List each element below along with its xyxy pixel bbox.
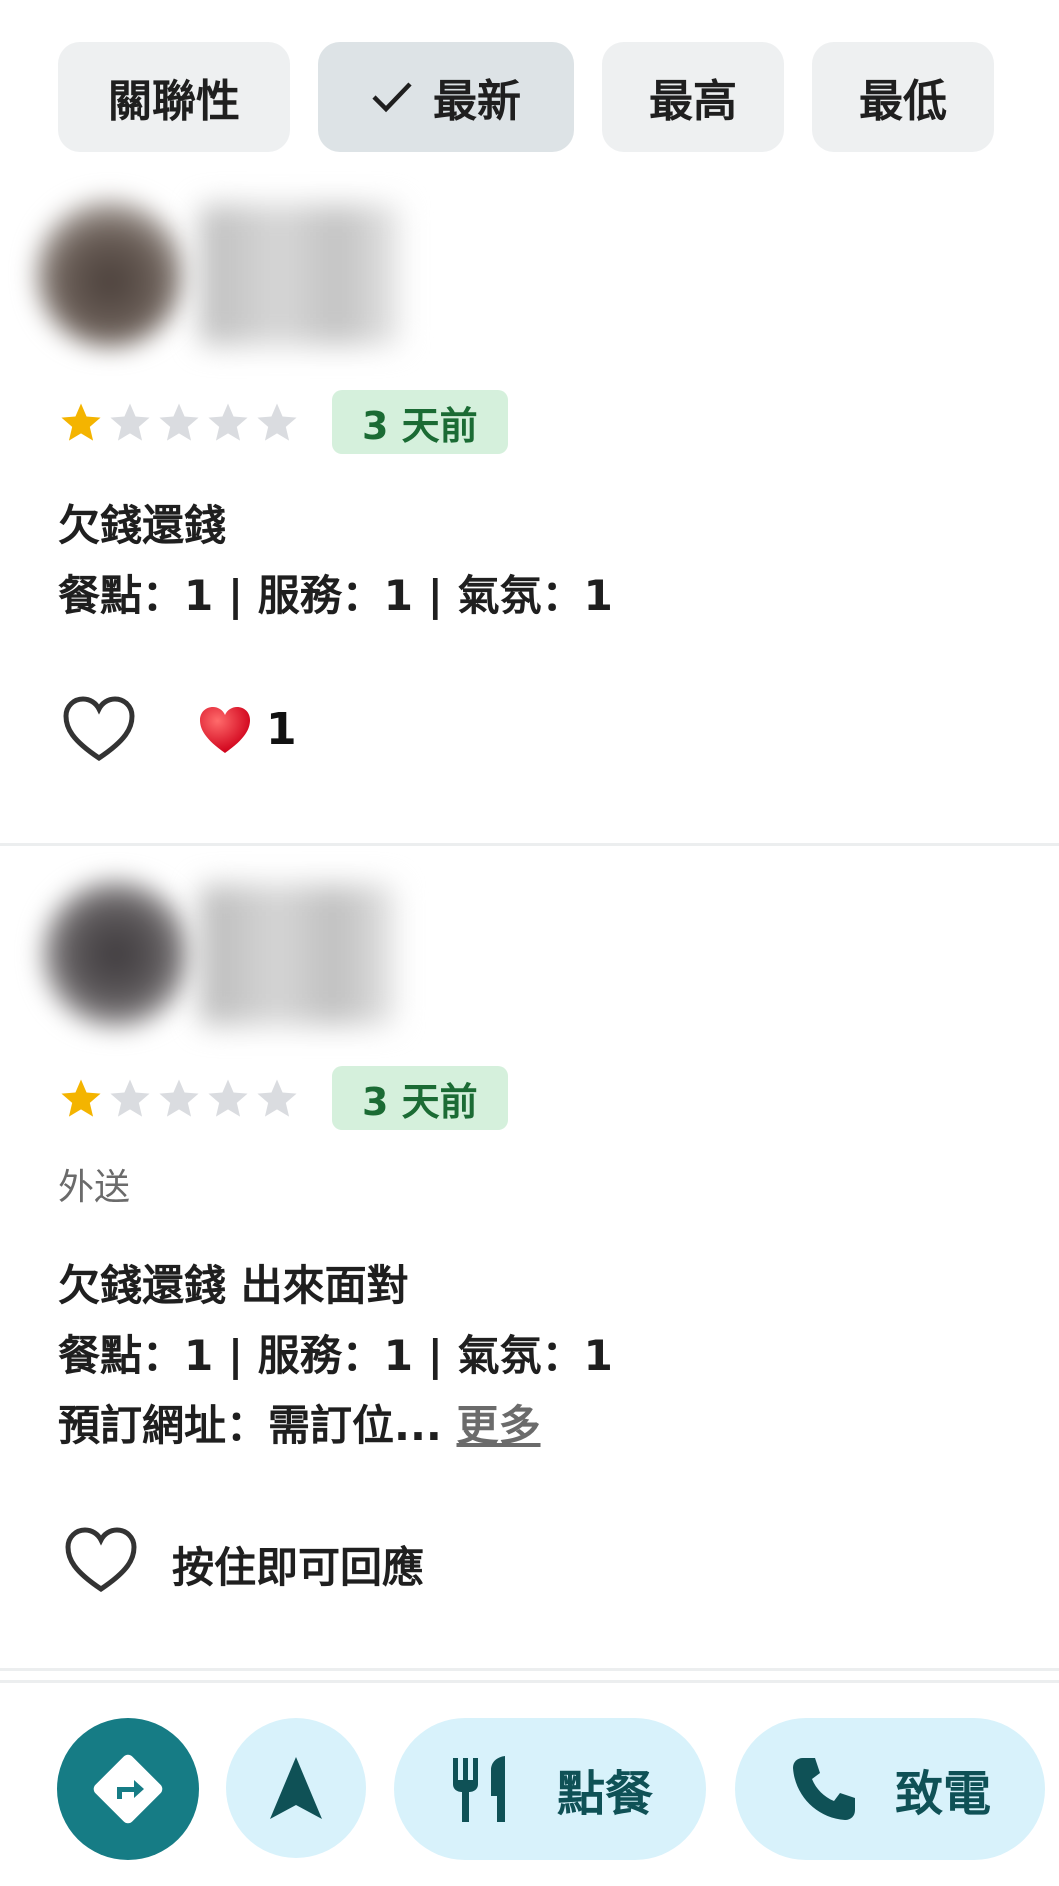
order-label: 點餐 bbox=[556, 1766, 653, 1822]
red-heart-icon bbox=[200, 706, 250, 753]
avatar[interactable] bbox=[36, 200, 184, 348]
sort-chips: 關聯性 最新 最高 最低 bbox=[58, 42, 994, 152]
chip-label: 最新 bbox=[433, 76, 521, 127]
reaction-count: 1 bbox=[266, 704, 297, 755]
star-icon bbox=[61, 403, 101, 441]
reaction-hint: 按住即可回應 bbox=[172, 1543, 425, 1592]
star-icon bbox=[110, 1079, 150, 1117]
star-icon bbox=[257, 403, 297, 441]
time-badge: 3 天前 bbox=[332, 390, 508, 454]
star-icon bbox=[208, 403, 248, 441]
chip-newest[interactable]: 最新 bbox=[318, 42, 574, 152]
star-icon bbox=[257, 1079, 297, 1117]
heart-outline-icon bbox=[65, 1527, 137, 1593]
reviewer-name[interactable] bbox=[200, 205, 400, 345]
directions-icon bbox=[93, 1754, 163, 1824]
star-rating bbox=[58, 1076, 300, 1122]
star-icon bbox=[159, 1079, 199, 1117]
fork-knife-icon bbox=[452, 1756, 505, 1822]
star-rating bbox=[58, 400, 300, 446]
reaction-summary[interactable]: 1 bbox=[198, 704, 297, 755]
directions-button[interactable] bbox=[57, 1718, 199, 1860]
review-extra: 預訂網址：需訂位... 更多 bbox=[58, 1392, 541, 1453]
chip-highest[interactable]: 最高 bbox=[602, 42, 784, 152]
review-divider bbox=[0, 1668, 1059, 1671]
chip-lowest[interactable]: 最低 bbox=[812, 42, 994, 152]
review-extra-text: 預訂網址：需訂位... bbox=[58, 1401, 442, 1450]
chip-label: 關聯性 bbox=[108, 76, 240, 127]
star-icon bbox=[61, 1079, 101, 1117]
review-subratings: 餐點：1 | 服務：1 | 氣氛：1 bbox=[58, 1331, 613, 1380]
order-button[interactable]: 點餐 bbox=[394, 1718, 706, 1860]
call-button[interactable]: 致電 bbox=[735, 1718, 1045, 1860]
service-tag: 外送 bbox=[58, 1167, 131, 1208]
phone-icon bbox=[792, 1758, 855, 1820]
time-badge-text: 3 天前 bbox=[362, 403, 478, 448]
chip-label: 最高 bbox=[649, 76, 737, 127]
star-icon bbox=[208, 1079, 248, 1117]
reviewer-name[interactable] bbox=[200, 885, 395, 1025]
review-divider bbox=[0, 843, 1059, 846]
avatar[interactable] bbox=[42, 880, 190, 1028]
star-icon bbox=[159, 403, 199, 441]
review-subratings: 餐點：1 | 服務：1 | 氣氛：1 bbox=[58, 571, 613, 620]
like-button[interactable] bbox=[62, 696, 136, 762]
navigate-button[interactable] bbox=[226, 1718, 366, 1858]
chip-label: 最低 bbox=[859, 76, 947, 127]
star-icon bbox=[110, 403, 150, 441]
navigate-icon bbox=[270, 1757, 322, 1819]
time-badge: 3 天前 bbox=[332, 1066, 508, 1130]
call-label: 致電 bbox=[894, 1766, 991, 1822]
review-text: 欠錢還錢 bbox=[58, 501, 227, 550]
time-badge-text: 3 天前 bbox=[362, 1079, 478, 1124]
heart-outline-icon bbox=[63, 696, 135, 762]
check-icon bbox=[371, 80, 413, 114]
bottom-action-bar: 點餐 致電 bbox=[0, 1680, 1059, 1886]
review-text: 欠錢還錢 出來面對 bbox=[58, 1261, 409, 1310]
chip-relevance[interactable]: 關聯性 bbox=[58, 42, 290, 152]
like-button[interactable] bbox=[64, 1527, 138, 1593]
more-link[interactable]: 更多 bbox=[457, 1401, 541, 1450]
